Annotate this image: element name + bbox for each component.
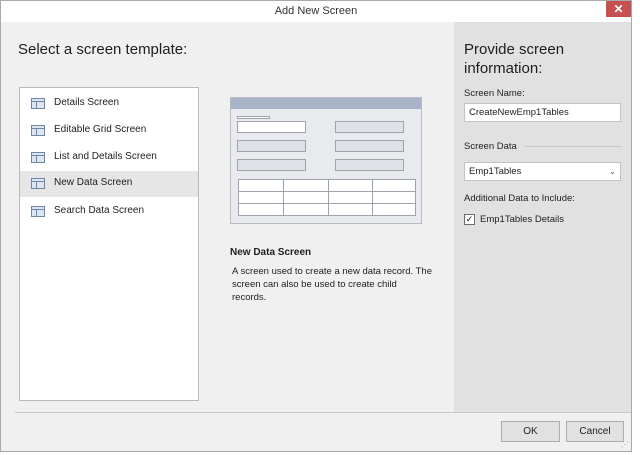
preview-label xyxy=(237,116,270,119)
dialog-footer: OK Cancel ⋰ xyxy=(1,413,631,451)
emp1tables-details-label[interactable]: Emp1Tables Details xyxy=(480,214,564,225)
screen-name-input[interactable]: CreateNewEmp1Tables xyxy=(464,103,621,122)
template-item-new-data[interactable]: New Data Screen xyxy=(20,171,198,197)
template-label: New Data Screen xyxy=(54,177,133,188)
screen-data-label: Screen Data xyxy=(464,141,517,152)
template-item-list-and-details[interactable]: List and Details Screen xyxy=(20,145,198,171)
screen-template-icon xyxy=(31,98,45,109)
preview-field xyxy=(335,121,404,133)
screen-template-icon xyxy=(31,178,45,189)
close-icon: ✕ xyxy=(613,2,624,16)
preview-field xyxy=(335,140,404,152)
preview-field xyxy=(335,159,404,171)
cancel-button[interactable]: Cancel xyxy=(566,421,624,442)
title-bar: Add New Screen ✕ xyxy=(1,1,631,22)
screen-data-value: Emp1Tables xyxy=(469,166,522,177)
template-list[interactable]: Details Screen Editable Grid Screen List… xyxy=(19,87,199,401)
preview-field xyxy=(237,140,306,152)
template-item-details[interactable]: Details Screen xyxy=(20,91,198,117)
ok-button[interactable]: OK xyxy=(501,421,560,442)
preview-field xyxy=(237,159,306,171)
chevron-down-icon: ⌄ xyxy=(609,167,616,176)
template-preview-image xyxy=(230,97,422,224)
screen-template-icon xyxy=(31,125,45,136)
screen-name-label: Screen Name: xyxy=(464,88,525,99)
close-button[interactable]: ✕ xyxy=(606,1,631,17)
preview-field xyxy=(237,121,306,133)
emp1tables-details-checkbox[interactable]: ✓ xyxy=(464,214,475,225)
screen-information-panel: Provide screen information: Screen Name:… xyxy=(454,22,631,412)
template-description-text: A screen used to create a new data recor… xyxy=(232,266,432,303)
screen-data-dropdown[interactable]: Emp1Tables ⌄ xyxy=(464,162,621,181)
template-label: Editable Grid Screen xyxy=(54,124,147,135)
template-label: Details Screen xyxy=(54,97,120,108)
preview-title-bar xyxy=(231,98,421,109)
template-description-title: New Data Screen xyxy=(230,247,312,258)
screen-data-divider xyxy=(525,146,622,147)
screen-info-heading: Provide screen information: xyxy=(464,41,565,77)
additional-data-label: Additional Data to Include: xyxy=(464,193,575,204)
template-item-search-data[interactable]: Search Data Screen xyxy=(20,199,198,225)
checkmark-icon: ✓ xyxy=(465,214,474,224)
template-item-editable-grid[interactable]: Editable Grid Screen xyxy=(20,118,198,144)
screen-template-icon xyxy=(31,206,45,217)
dialog-title: Add New Screen xyxy=(274,5,358,17)
resize-grip-icon[interactable]: ⋰ xyxy=(621,441,629,449)
template-label: Search Data Screen xyxy=(54,205,145,216)
preview-grid xyxy=(238,179,416,216)
screen-template-icon xyxy=(31,152,45,163)
add-new-screen-dialog: Add New Screen ✕ Select a screen templat… xyxy=(0,0,632,452)
select-template-heading: Select a screen template: xyxy=(18,41,188,58)
template-label: List and Details Screen xyxy=(54,151,157,162)
